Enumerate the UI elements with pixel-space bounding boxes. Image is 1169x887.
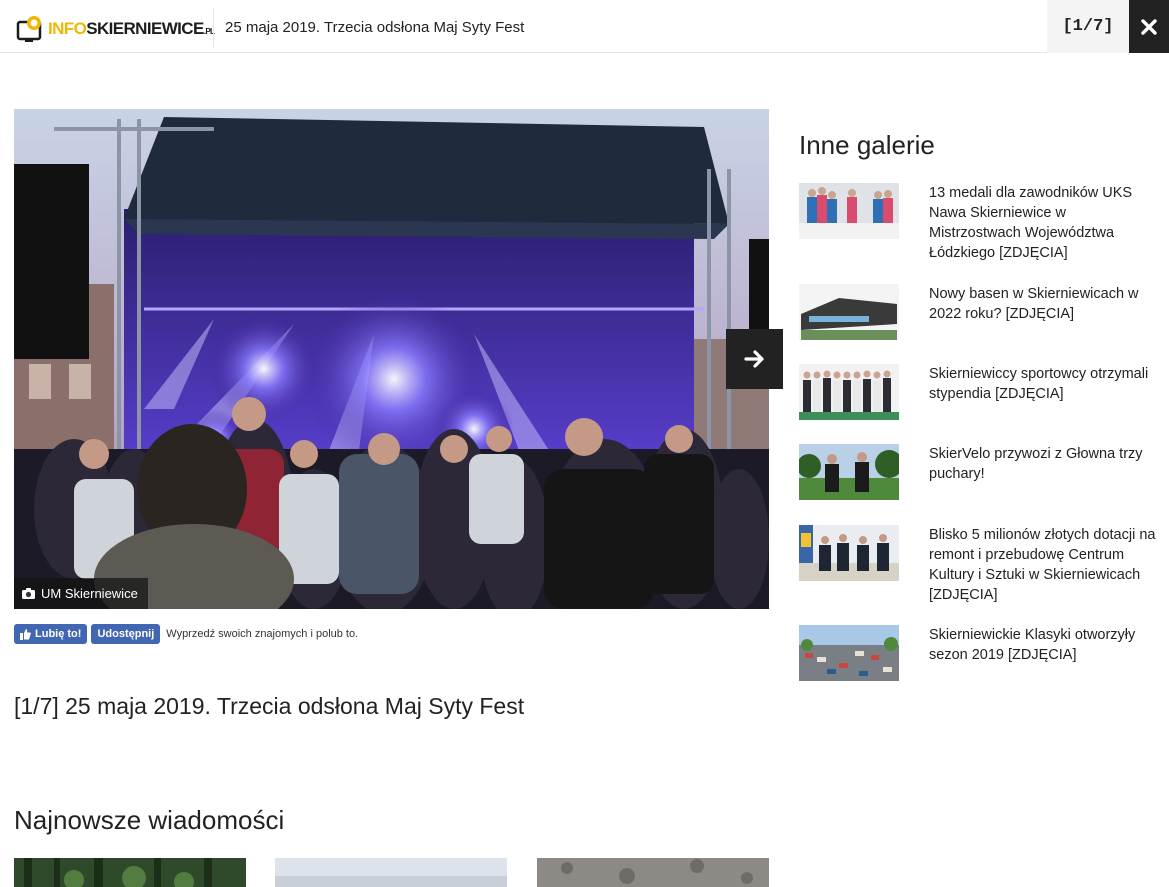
gallery-thumbnail[interactable]: [799, 284, 899, 340]
latest-news-thumbnail[interactable]: [537, 858, 769, 887]
gallery-link-item[interactable]: Blisko 5 milionów złotych dotacji na rem…: [799, 525, 1159, 605]
gallery-link-item[interactable]: SkierVelo przywozi z Głowna trzy puchary…: [799, 444, 1159, 500]
gallery-link-label[interactable]: Skierniewickie Klasyki otworzyły sezon 2…: [929, 625, 1159, 681]
site-logo[interactable]: INFOSKIERNIEWICE.PL: [16, 12, 215, 46]
top-bar: INFOSKIERNIEWICE.PL 25 maja 2019. Trzeci…: [0, 0, 1169, 53]
facebook-like-label: Lubię to!: [35, 628, 82, 640]
logo-monitor-icon: [16, 16, 42, 42]
gallery-thumbnail[interactable]: [799, 525, 899, 581]
latest-news-thumbnail[interactable]: [14, 858, 246, 887]
gallery-link-label[interactable]: Skierniewiccy sportowcy otrzymali stypen…: [929, 364, 1159, 420]
facebook-share-button[interactable]: Udostępnij: [91, 624, 161, 644]
gallery-link-item[interactable]: Nowy basen w Skierniewicach w 2022 roku?…: [799, 284, 1159, 340]
camera-icon: [22, 588, 35, 599]
gallery-thumbnail[interactable]: [799, 444, 899, 500]
gallery-title: 25 maja 2019. Trzecia odsłona Maj Syty F…: [225, 19, 525, 36]
gallery-counter: [1/7]: [1047, 0, 1129, 53]
facebook-like-button[interactable]: Lubię to!: [14, 624, 88, 644]
facebook-share-label: Udostępnij: [97, 628, 155, 640]
gallery-photo[interactable]: [14, 109, 769, 609]
gallery-link-label[interactable]: Blisko 5 milionów złotych dotacji na rem…: [929, 525, 1159, 605]
gallery-link-item[interactable]: 13 medali dla zawodników UKS Nawa Skiern…: [799, 183, 1159, 263]
close-icon: [1141, 18, 1157, 35]
header-divider: [213, 8, 214, 48]
arrow-right-icon: [743, 350, 764, 368]
facebook-text: Wyprzedź swoich znajomych i polub to.: [166, 628, 359, 640]
next-photo-button[interactable]: [726, 329, 783, 389]
facebook-widget: Lubię to! Udostępnij Wyprzedź swoich zna…: [14, 624, 358, 644]
gallery-link-item[interactable]: Skierniewiccy sportowcy otrzymali stypen…: [799, 364, 1159, 420]
photo-credit-text: UM Skierniewice: [41, 586, 138, 601]
gallery-thumbnail[interactable]: [799, 625, 899, 681]
gallery-thumbnail[interactable]: [799, 183, 899, 239]
latest-news-title: Najnowsze wiadomości: [14, 805, 285, 835]
close-button[interactable]: [1129, 0, 1169, 53]
photo-credit: UM Skierniewice: [14, 578, 148, 609]
gallery-link-item[interactable]: Skierniewickie Klasyki otworzyły sezon 2…: [799, 625, 1159, 681]
logo-wordmark: INFOSKIERNIEWICE.PL: [48, 19, 215, 38]
photo-caption: [1/7] 25 maja 2019. Trzecia odsłona Maj …: [14, 693, 525, 719]
thumbs-up-icon: [20, 628, 31, 640]
gallery-link-label[interactable]: Nowy basen w Skierniewicach w 2022 roku?…: [929, 284, 1159, 340]
gallery-thumbnail[interactable]: [799, 364, 899, 420]
other-galleries-title: Inne galerie: [799, 130, 935, 160]
gallery-link-label[interactable]: 13 medali dla zawodników UKS Nawa Skiern…: [929, 183, 1159, 263]
latest-news-thumbnail[interactable]: [275, 858, 507, 887]
gallery-link-label[interactable]: SkierVelo przywozi z Głowna trzy puchary…: [929, 444, 1159, 500]
